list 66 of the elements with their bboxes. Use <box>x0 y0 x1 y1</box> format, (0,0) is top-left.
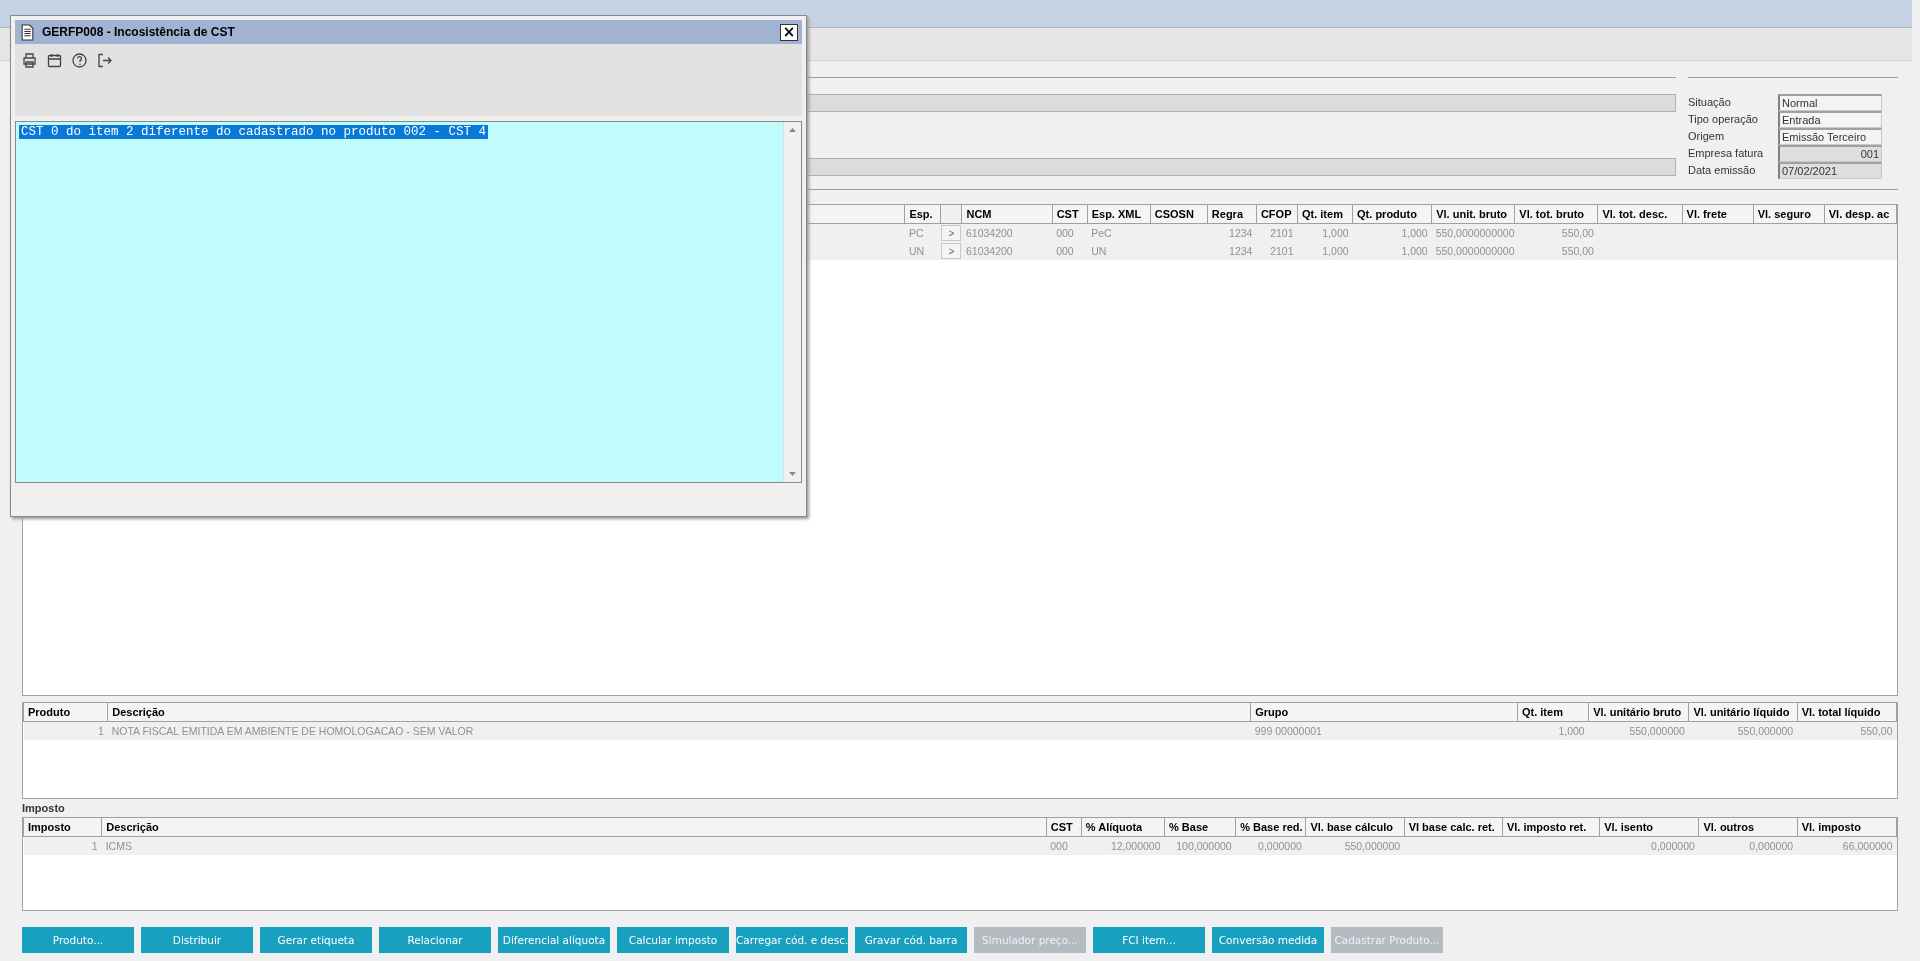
column-header[interactable]: Qt. item <box>1297 205 1353 224</box>
column-header[interactable]: Vl. isento <box>1599 818 1699 837</box>
column-header[interactable]: CFOP <box>1256 205 1298 224</box>
column-header[interactable]: Vl. imposto ret. <box>1502 818 1600 837</box>
table-cell: 2101 <box>1256 242 1298 260</box>
text-field[interactable]: 07/02/2021 <box>1778 162 1882 179</box>
column-header[interactable]: Esp. <box>904 205 941 224</box>
column-header[interactable]: Vl base calc. ret. <box>1404 818 1503 837</box>
table-cell: 550,0000000000 <box>1431 242 1515 260</box>
field-label: Data emissão <box>1688 163 1757 178</box>
column-header[interactable]: Descrição <box>101 818 1047 837</box>
column-header[interactable]: Imposto <box>23 818 102 837</box>
table-cell: 000 <box>1052 242 1088 260</box>
column-header[interactable]: Vl. tot. bruto <box>1514 205 1598 224</box>
table-cell: 550,00 <box>1514 242 1598 260</box>
column-header[interactable]: Produto <box>23 703 108 722</box>
text-field[interactable]: Emissão Terceiro <box>1778 128 1882 145</box>
column-header[interactable]: Descrição <box>107 703 1251 722</box>
column-header[interactable]: NCM <box>962 205 1053 224</box>
document-icon <box>19 23 36 41</box>
help-icon[interactable] <box>71 52 88 69</box>
column-header[interactable]: % Alíquota <box>1081 818 1165 837</box>
column-header[interactable]: Vl. unitário bruto <box>1588 703 1689 722</box>
column-header[interactable]: Vl. imposto <box>1797 818 1897 837</box>
column-header[interactable]: Vl. seguro <box>1753 205 1825 224</box>
dialog-title: GERFP008 - Incosistência de CST <box>42 25 236 39</box>
row-button[interactable]: > <box>941 225 962 241</box>
field-label: Situação <box>1688 95 1732 110</box>
field-label: Origem <box>1688 129 1726 144</box>
column-header[interactable]: Vl. unitário líquido <box>1688 703 1798 722</box>
column-header[interactable]: Esp. XML <box>1087 205 1151 224</box>
printer-icon[interactable] <box>21 52 38 69</box>
row-button[interactable]: > <box>941 243 962 259</box>
field-label: Empresa fatura <box>1688 146 1765 161</box>
text-field[interactable]: Normal <box>1778 94 1882 111</box>
column-header[interactable]: Vl. total líquido <box>1797 703 1897 722</box>
column-header[interactable]: % Base <box>1164 818 1236 837</box>
message-text: CST 0 do item 2 diferente do cadastrado no produto 002 - CST 4 <box>19 125 489 139</box>
section-title: Imposto <box>22 802 66 815</box>
close-button[interactable]: × <box>780 23 798 41</box>
column-header[interactable]: Qt. produto <box>1352 205 1432 224</box>
table-cell: 1234 <box>1207 242 1257 260</box>
column-header[interactable]: Regra <box>1207 205 1257 224</box>
table-cell: UN <box>904 242 941 260</box>
table-cell: 1,000 <box>1297 242 1353 260</box>
column-header[interactable]: Qt. item <box>1517 703 1589 722</box>
column-header[interactable]: Vl. tot. desc. <box>1597 205 1683 224</box>
column-header[interactable]: CST <box>1046 818 1082 837</box>
column-header[interactable]: CSOSN <box>1150 205 1208 224</box>
message-text-area[interactable]: CST 0 do item 2 diferente do cadastrado no produto 002 - CST 4 <box>16 122 783 482</box>
column-header[interactable]: CST <box>1052 205 1088 224</box>
column-header[interactable]: Grupo <box>1250 703 1518 722</box>
column-header[interactable]: Vl. base cálculo <box>1305 818 1405 837</box>
exit-icon[interactable] <box>96 52 113 69</box>
column-header[interactable]: Vl. outros <box>1698 818 1798 837</box>
text-field[interactable]: Entrada <box>1778 111 1882 128</box>
column-header[interactable]: % Base red. <box>1235 818 1306 837</box>
column-header[interactable]: Vl. frete <box>1682 205 1754 224</box>
calendar-icon[interactable] <box>46 52 63 69</box>
column-header[interactable]: Vl. desp. ac <box>1824 205 1897 224</box>
field-label: Tipo operação <box>1688 112 1759 127</box>
table-cell: 61034200 <box>962 242 1053 260</box>
text-field[interactable]: 001 <box>1778 145 1882 162</box>
column-header[interactable]: Vl. unit. bruto <box>1431 205 1515 224</box>
table-cell: UN <box>1087 242 1151 260</box>
table-cell: 1,000 <box>1352 242 1432 260</box>
